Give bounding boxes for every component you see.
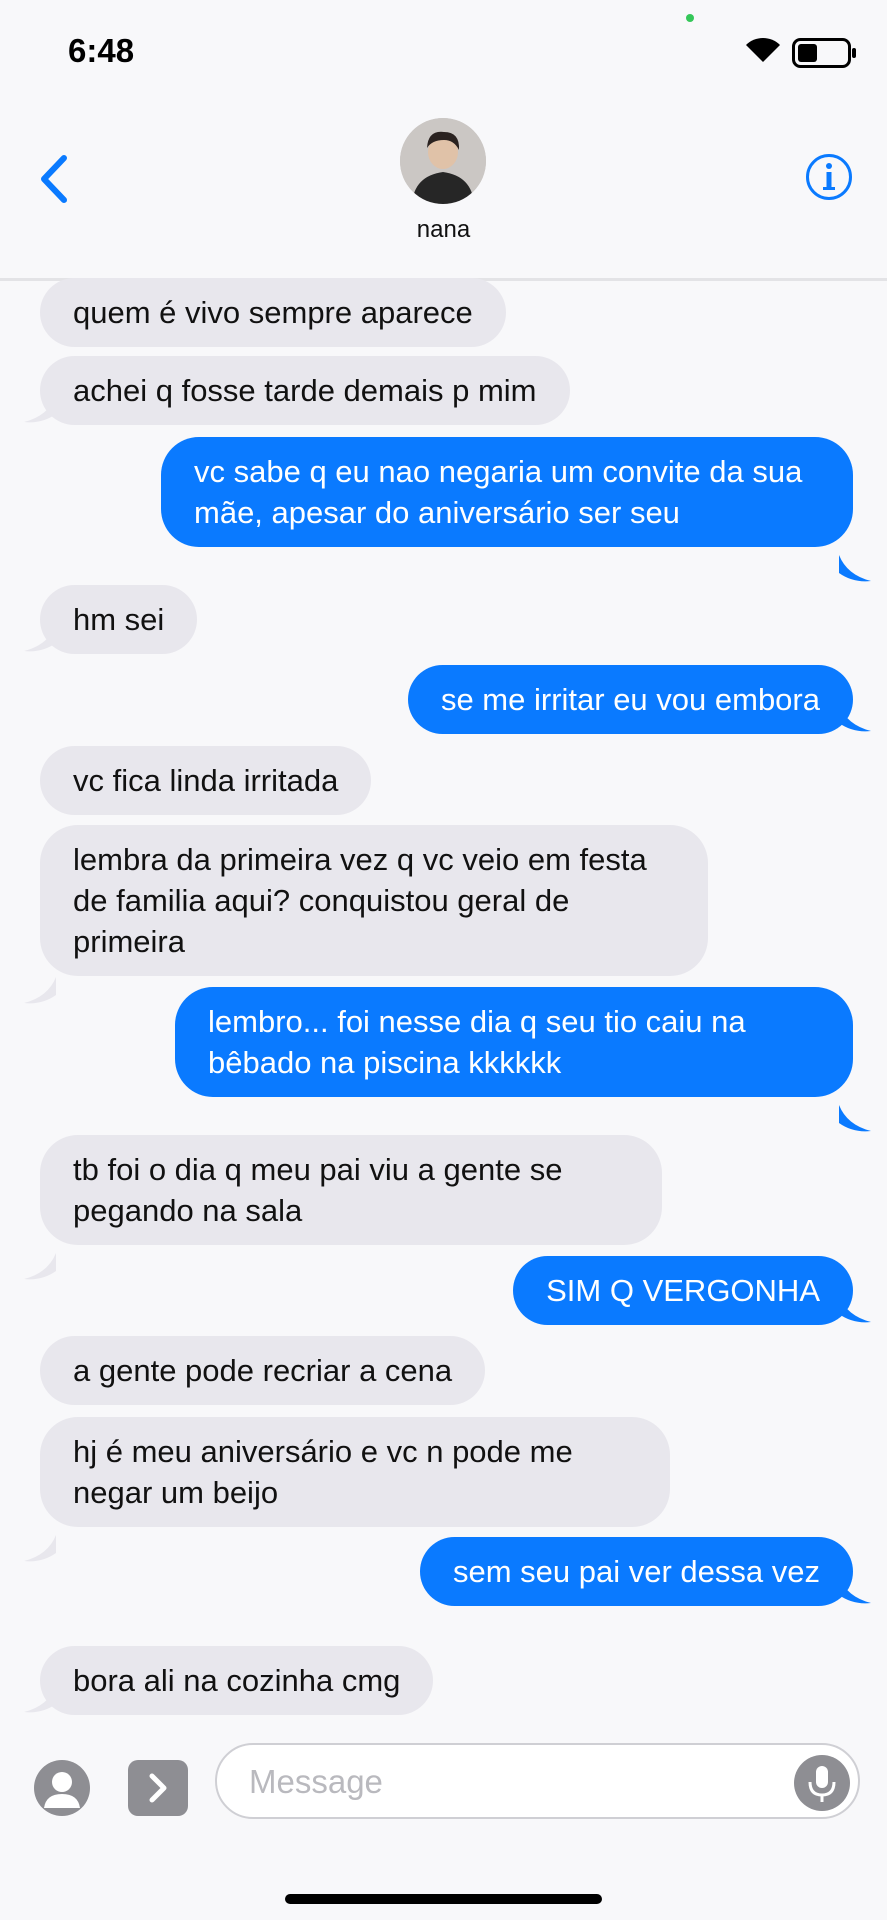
message-bubble-incoming[interactable]: lembra da primeira vez q vc veio em fest… <box>40 825 708 976</box>
message-input-field[interactable] <box>215 1743 860 1819</box>
message-bubble-outgoing[interactable]: sem seu pai ver dessa vez <box>419 1537 853 1606</box>
camera-indicator-dot <box>686 14 694 22</box>
bubble-tail <box>24 625 56 652</box>
message-input[interactable] <box>247 1745 771 1819</box>
bubble-tail <box>24 977 56 1004</box>
message-bubble-outgoing[interactable]: lembro... foi nesse dia q seu tio caiu n… <box>175 987 853 1097</box>
app-store-icon[interactable] <box>128 1760 188 1816</box>
person-icon[interactable] <box>34 1760 90 1816</box>
message-bubble-incoming[interactable]: bora ali na cozinha cmg <box>40 1646 434 1715</box>
message-list[interactable]: quem é vivo sempre aparece achei q fosse… <box>0 260 887 1730</box>
contact-avatar[interactable] <box>400 118 486 204</box>
bubble-tail <box>839 555 871 582</box>
bubble-tail <box>839 1296 871 1323</box>
battery-icon <box>792 38 856 68</box>
bubble-tail <box>839 1105 871 1132</box>
message-bubble-outgoing[interactable]: SIM Q VERGONHA <box>513 1256 853 1325</box>
message-bubble-incoming[interactable]: a gente pode recriar a cena <box>40 1336 486 1405</box>
bubble-tail <box>839 705 871 732</box>
message-bubble-incoming[interactable]: hj é meu aniversário e vc n pode me nega… <box>40 1417 670 1527</box>
bubble-tail <box>839 1577 871 1604</box>
message-bubble-incoming[interactable]: achei q fosse tarde demais p mim <box>40 356 570 425</box>
home-indicator[interactable] <box>285 1894 602 1904</box>
message-bubble-incoming[interactable]: tb foi o dia q meu pai viu a gente se pe… <box>40 1135 662 1245</box>
chevron-left-icon[interactable] <box>38 154 70 204</box>
contact-name[interactable]: nana <box>0 216 887 244</box>
message-bubble-incoming[interactable]: quem é vivo sempre aparece <box>40 278 506 347</box>
bubble-tail <box>24 1535 56 1562</box>
message-bubble-outgoing[interactable]: vc sabe q eu nao negaria um convite da s… <box>161 437 853 547</box>
status-bar: 6:48 <box>0 0 887 100</box>
wifi-icon <box>746 37 780 62</box>
microphone-icon[interactable] <box>794 1755 850 1811</box>
bubble-tail <box>24 1253 56 1280</box>
info-icon[interactable] <box>804 152 854 202</box>
bubble-tail <box>24 396 56 423</box>
composer-bar <box>0 1725 887 1920</box>
message-bubble-incoming[interactable]: vc fica linda irritada <box>40 746 372 815</box>
bubble-tail <box>24 1686 56 1713</box>
conversation-header: nana <box>0 100 887 281</box>
message-bubble-outgoing[interactable]: se me irritar eu vou embora <box>407 665 853 734</box>
message-bubble-incoming[interactable]: hm sei <box>40 585 198 654</box>
avatar-photo <box>400 118 486 204</box>
status-time: 6:48 <box>68 32 135 69</box>
